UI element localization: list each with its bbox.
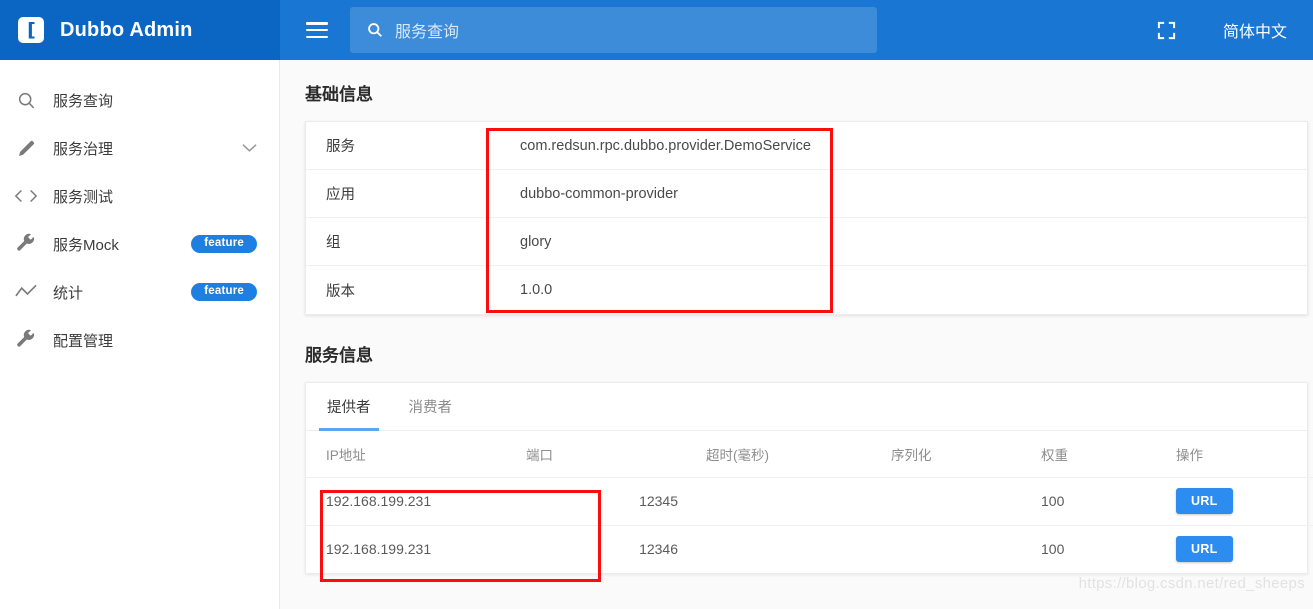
search-icon xyxy=(366,21,384,39)
cell-serialization xyxy=(891,525,1041,573)
tab-consumers[interactable]: 消费者 xyxy=(401,396,461,430)
dubbo-logo-icon: [ xyxy=(18,17,44,43)
info-row: 版本 1.0.0 xyxy=(306,266,1307,314)
search-placeholder: 服务查询 xyxy=(395,18,459,42)
language-switcher[interactable]: 简体中文 xyxy=(1215,12,1295,48)
service-info-card: 提供者 消费者 IP地址 端口 超时(毫秒) 序列化 权重 操作 xyxy=(305,382,1308,574)
sidebar-item-label: 服务测试 xyxy=(53,186,113,207)
wrench-icon xyxy=(0,233,52,255)
sidebar-item-label: 服务治理 xyxy=(53,138,113,159)
info-label: 应用 xyxy=(306,183,488,204)
column-header-serialization: 序列化 xyxy=(891,431,1041,477)
sidebar-item-config-management[interactable]: 配置管理 xyxy=(0,316,279,364)
search-input[interactable]: 服务查询 xyxy=(350,7,877,53)
sidebar-item-service-governance[interactable]: 服务治理 xyxy=(0,124,279,172)
table-body: 192.168.199.231 12345 100 URL 192.168.19… xyxy=(306,477,1313,573)
cell-action: URL xyxy=(1176,477,1313,525)
cell-ip: 192.168.199.231 xyxy=(306,525,526,573)
cell-port: 12345 xyxy=(526,477,706,525)
sidebar-item-service-test[interactable]: 服务测试 xyxy=(0,172,279,220)
sidebar-item-label: 服务查询 xyxy=(53,90,113,111)
line-chart-icon xyxy=(0,284,52,300)
chevron-down-icon[interactable] xyxy=(242,142,257,155)
top-header: 服务查询 简体中文 xyxy=(280,0,1313,60)
sidebar: [ Dubbo Admin 服务查询 服务治理 xyxy=(0,0,280,609)
column-header-action: 操作 xyxy=(1176,431,1313,477)
sidebar-item-service-query[interactable]: 服务查询 xyxy=(0,76,279,124)
providers-table: IP地址 端口 超时(毫秒) 序列化 权重 操作 192.168.199.231… xyxy=(306,431,1313,573)
feature-badge: feature xyxy=(191,235,257,254)
wrench-icon xyxy=(0,329,52,351)
url-button[interactable]: URL xyxy=(1176,488,1233,514)
cell-ip: 192.168.199.231 xyxy=(306,477,526,525)
sidebar-item-service-mock[interactable]: 服务Mock feature xyxy=(0,220,279,268)
table-header-row: IP地址 端口 超时(毫秒) 序列化 权重 操作 xyxy=(306,431,1313,477)
cell-action: URL xyxy=(1176,525,1313,573)
table-head: IP地址 端口 超时(毫秒) 序列化 权重 操作 xyxy=(306,431,1313,477)
table-row: 192.168.199.231 12346 100 URL xyxy=(306,525,1313,573)
cell-timeout xyxy=(706,525,891,573)
cell-port: 12346 xyxy=(526,525,706,573)
sidebar-nav: 服务查询 服务治理 xyxy=(0,60,279,364)
hamburger-bar xyxy=(306,29,328,32)
table-row: 192.168.199.231 12345 100 URL xyxy=(306,477,1313,525)
service-info-tabs: 提供者 消费者 xyxy=(306,383,1307,431)
search-icon xyxy=(0,90,52,111)
info-value: glory xyxy=(488,234,551,250)
basic-info-title: 基础信息 xyxy=(280,60,1313,105)
column-header-ip: IP地址 xyxy=(306,431,526,477)
cell-timeout xyxy=(706,477,891,525)
code-icon xyxy=(0,188,52,204)
info-label: 服务 xyxy=(306,135,488,156)
cell-serialization xyxy=(891,477,1041,525)
cell-weight: 100 xyxy=(1041,525,1176,573)
brand-header: [ Dubbo Admin xyxy=(0,0,280,60)
info-value: dubbo-common-provider xyxy=(488,186,678,202)
main-content: 基础信息 服务 com.redsun.rpc.dubbo.provider.De… xyxy=(280,60,1313,609)
hamburger-bar xyxy=(306,22,328,25)
sidebar-item-label: 配置管理 xyxy=(53,330,113,351)
basic-info-card: 服务 com.redsun.rpc.dubbo.provider.DemoSer… xyxy=(305,121,1308,315)
info-label: 版本 xyxy=(306,280,488,301)
info-row: 应用 dubbo-common-provider xyxy=(306,170,1307,218)
info-value: 1.0.0 xyxy=(488,282,552,298)
info-row: 服务 com.redsun.rpc.dubbo.provider.DemoSer… xyxy=(306,122,1307,170)
header-actions: 简体中文 xyxy=(1149,0,1313,60)
info-label: 组 xyxy=(306,231,488,252)
column-header-weight: 权重 xyxy=(1041,431,1176,477)
info-row: 组 glory xyxy=(306,218,1307,266)
brand-title: Dubbo Admin xyxy=(60,19,193,42)
info-value: com.redsun.rpc.dubbo.provider.DemoServic… xyxy=(488,138,811,154)
pencil-icon xyxy=(0,138,52,159)
sidebar-item-label: 服务Mock xyxy=(53,234,119,255)
fullscreen-icon[interactable] xyxy=(1149,12,1185,48)
watermark-text: https://blog.csdn.net/red_sheeps xyxy=(1079,575,1305,592)
hamburger-bar xyxy=(306,36,328,39)
feature-badge: feature xyxy=(191,283,257,302)
sidebar-item-statistics[interactable]: 统计 feature xyxy=(0,268,279,316)
sidebar-item-label: 统计 xyxy=(53,282,83,303)
tab-providers[interactable]: 提供者 xyxy=(319,396,379,430)
service-info-title: 服务信息 xyxy=(280,315,1313,366)
hamburger-menu-icon[interactable] xyxy=(306,22,328,38)
dubbo-admin-page: [ Dubbo Admin 服务查询 服务治理 xyxy=(0,0,1313,609)
url-button[interactable]: URL xyxy=(1176,536,1233,562)
column-header-port: 端口 xyxy=(526,431,706,477)
logo-glyph: [ xyxy=(27,21,35,40)
cell-weight: 100 xyxy=(1041,477,1176,525)
column-header-timeout: 超时(毫秒) xyxy=(706,431,891,477)
